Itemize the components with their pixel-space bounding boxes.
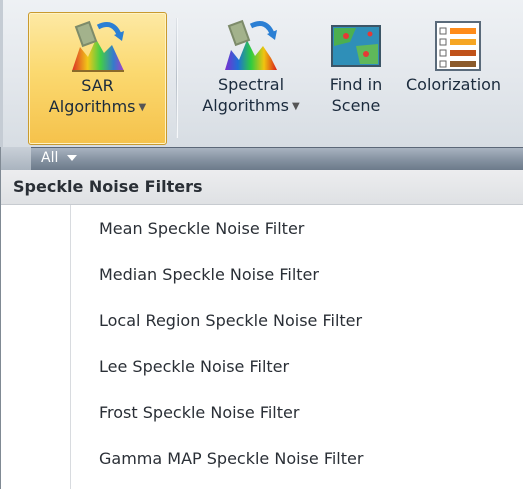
menu-item-frost-speckle-noise-filter[interactable]: Frost Speckle Noise Filter: [99, 403, 299, 423]
colorization-button[interactable]: Colorization: [406, 12, 523, 145]
ribbon-left-edge: [0, 0, 3, 147]
spectral-algorithms-button[interactable]: Spectral Algorithms ▼: [196, 12, 306, 145]
find-in-scene-label-line1: Find in: [329, 75, 383, 94]
sar-algorithms-label-line1: SAR: [81, 76, 114, 95]
menu-item-gamma-map-speckle-noise-filter[interactable]: Gamma MAP Speckle Noise Filter: [99, 449, 363, 469]
find-in-scene-icon: [331, 25, 381, 67]
spectral-algorithms-icon: [225, 19, 277, 70]
menu-gutter: [1, 205, 71, 489]
menu-item-mean-speckle-noise-filter[interactable]: Mean Speckle Noise Filter: [99, 219, 304, 239]
filter-bar-left-edge: [1, 147, 31, 170]
colorization-icon: [435, 21, 481, 71]
chevron-down-icon: ▼: [138, 102, 147, 113]
menu-item-lee-speckle-noise-filter[interactable]: Lee Speckle Noise Filter: [99, 357, 289, 377]
menu-items: Mean Speckle Noise Filter Median Speckle…: [1, 205, 523, 489]
find-in-scene-label-line2: Scene: [331, 96, 381, 115]
colorization-label-line1: Colorization: [406, 75, 502, 94]
algorithms-dropdown-menu: All Speckle Noise Filters Mean Speckle N…: [0, 147, 523, 489]
spectral-algorithms-label-line2: Algorithms ▼: [202, 96, 300, 115]
chevron-down-icon: [67, 155, 77, 161]
find-in-scene-button[interactable]: Find in Scene: [318, 12, 394, 145]
menu-item-median-speckle-noise-filter[interactable]: Median Speckle Noise Filter: [99, 265, 319, 285]
chevron-down-icon: ▼: [292, 101, 300, 112]
category-filter-label: All: [41, 150, 59, 166]
group-header: Speckle Noise Filters: [1, 170, 523, 205]
sar-algorithms-label-line2: Algorithms ▼: [48, 97, 147, 116]
sar-algorithms-icon: [71, 20, 124, 72]
ribbon-separator: [176, 18, 177, 138]
category-filter[interactable]: All: [31, 147, 523, 170]
group-title: Speckle Noise Filters: [13, 177, 203, 196]
menu-item-local-region-speckle-noise-filter[interactable]: Local Region Speckle Noise Filter: [99, 311, 362, 331]
spectral-algorithms-label-line1: Spectral: [217, 75, 285, 94]
ribbon: SAR Algorithms ▼ Spectral Algorithms ▼ F…: [0, 0, 523, 147]
sar-algorithms-button[interactable]: SAR Algorithms ▼: [28, 12, 167, 145]
